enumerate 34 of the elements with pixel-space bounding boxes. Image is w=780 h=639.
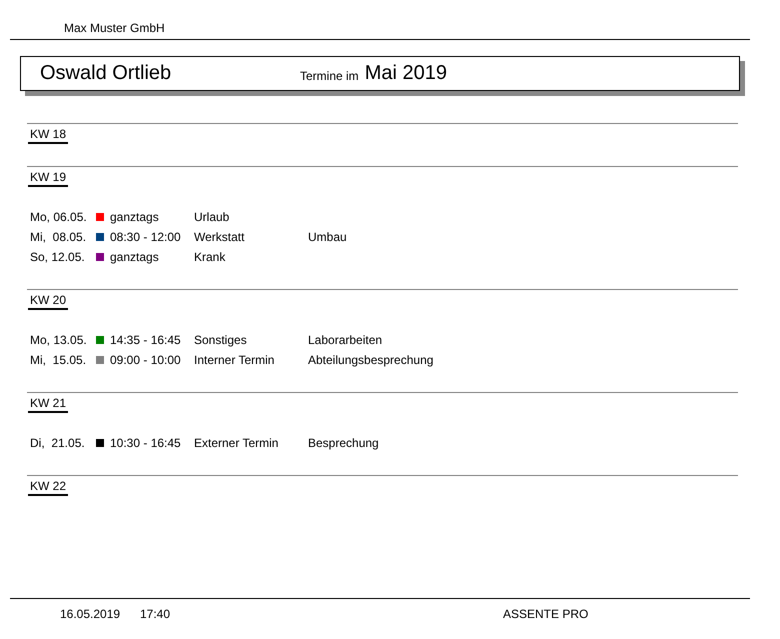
week-label: KW 18 [28, 126, 68, 144]
entry-description: Besprechung [308, 436, 379, 450]
entry-category: Externer Termin [194, 436, 280, 450]
company-name: Max Muster GmbH [64, 21, 165, 35]
entry-category: Werkstatt [194, 230, 246, 244]
person-name: Oswald Ortlieb [40, 62, 172, 85]
week-label: KW 19 [28, 169, 68, 187]
entry-time: 10:30 - 16:45 [110, 436, 182, 450]
caption-text: Termine im [300, 68, 359, 82]
entry-description: Laborarbeiten [308, 333, 382, 347]
entry-time: 09:00 - 10:00 [110, 353, 182, 367]
entry-time: 14:35 - 16:45 [110, 333, 182, 347]
product-name: ASSENTE PRO [503, 607, 588, 621]
print-date: 16.05.2019 [60, 607, 122, 621]
entry-description: Umbau [308, 230, 347, 244]
entry-date: Mo, 13.05. [30, 333, 88, 347]
entry-date: Mi, 15.05. [30, 353, 88, 367]
entry-time: ganztags [110, 210, 160, 224]
entry-date: So, 12.05. [30, 250, 86, 264]
week-label: KW 22 [28, 478, 68, 496]
week-label: KW 21 [28, 395, 68, 413]
entry-category: Interner Termin [194, 353, 276, 367]
month-title: Mai 2019 [364, 62, 447, 85]
entry-date: Di, 21.05. [30, 436, 86, 450]
entry-category: Urlaub [194, 210, 230, 224]
entry-date: Mo, 06.05. [30, 210, 88, 224]
entry-description: Abteilungsbesprechung [308, 353, 434, 367]
entry-date: Mi, 08.05. [30, 230, 88, 244]
entry-category: Krank [194, 250, 226, 264]
entry-category: Sonstiges [194, 333, 248, 347]
week-label: KW 20 [28, 292, 68, 310]
entry-time: ganztags [110, 250, 160, 264]
entry-time: 08:30 - 12:00 [110, 230, 182, 244]
print-time: 17:40 [140, 607, 172, 621]
